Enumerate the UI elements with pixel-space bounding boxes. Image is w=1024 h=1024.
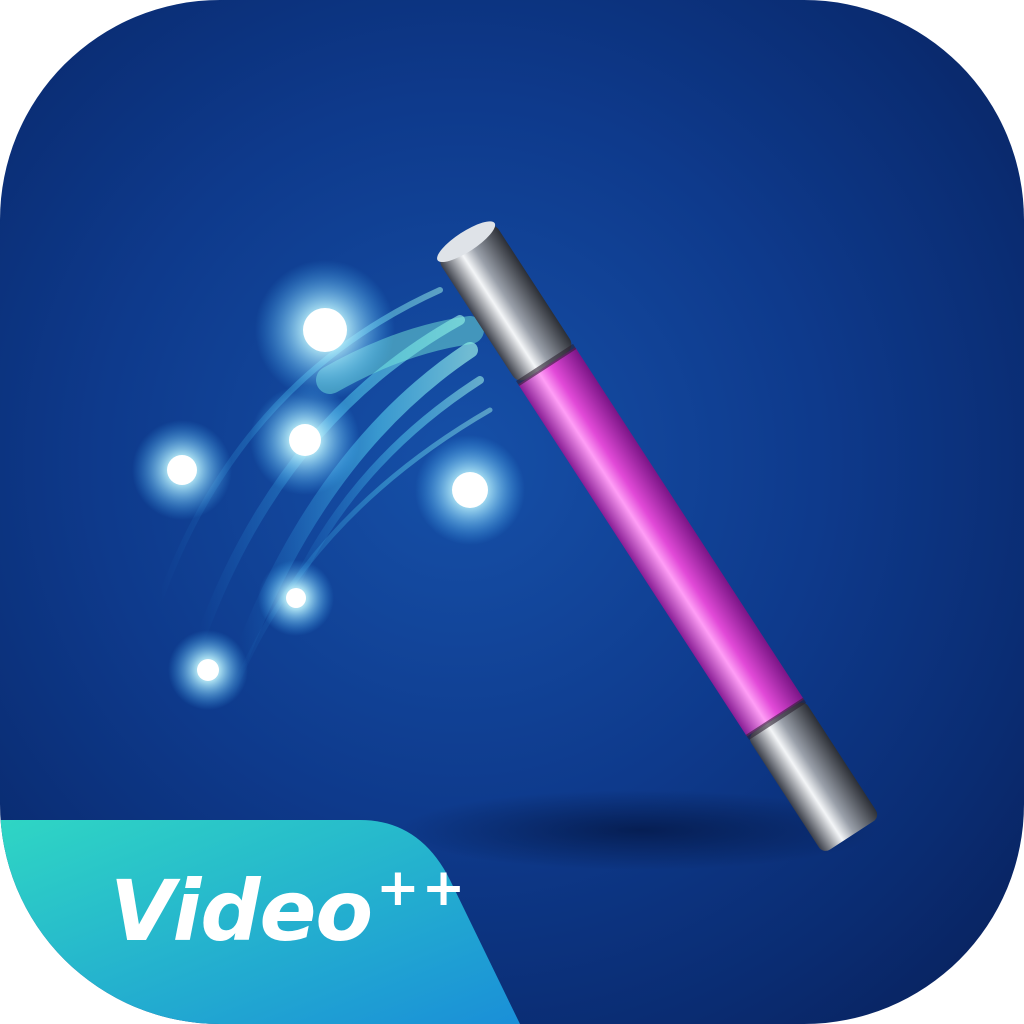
badge-text: Video: [110, 862, 373, 960]
badge-superscript: ++: [376, 858, 468, 918]
badge-label: Video++: [110, 862, 467, 953]
app-icon[interactable]: Video++: [0, 0, 1024, 1024]
